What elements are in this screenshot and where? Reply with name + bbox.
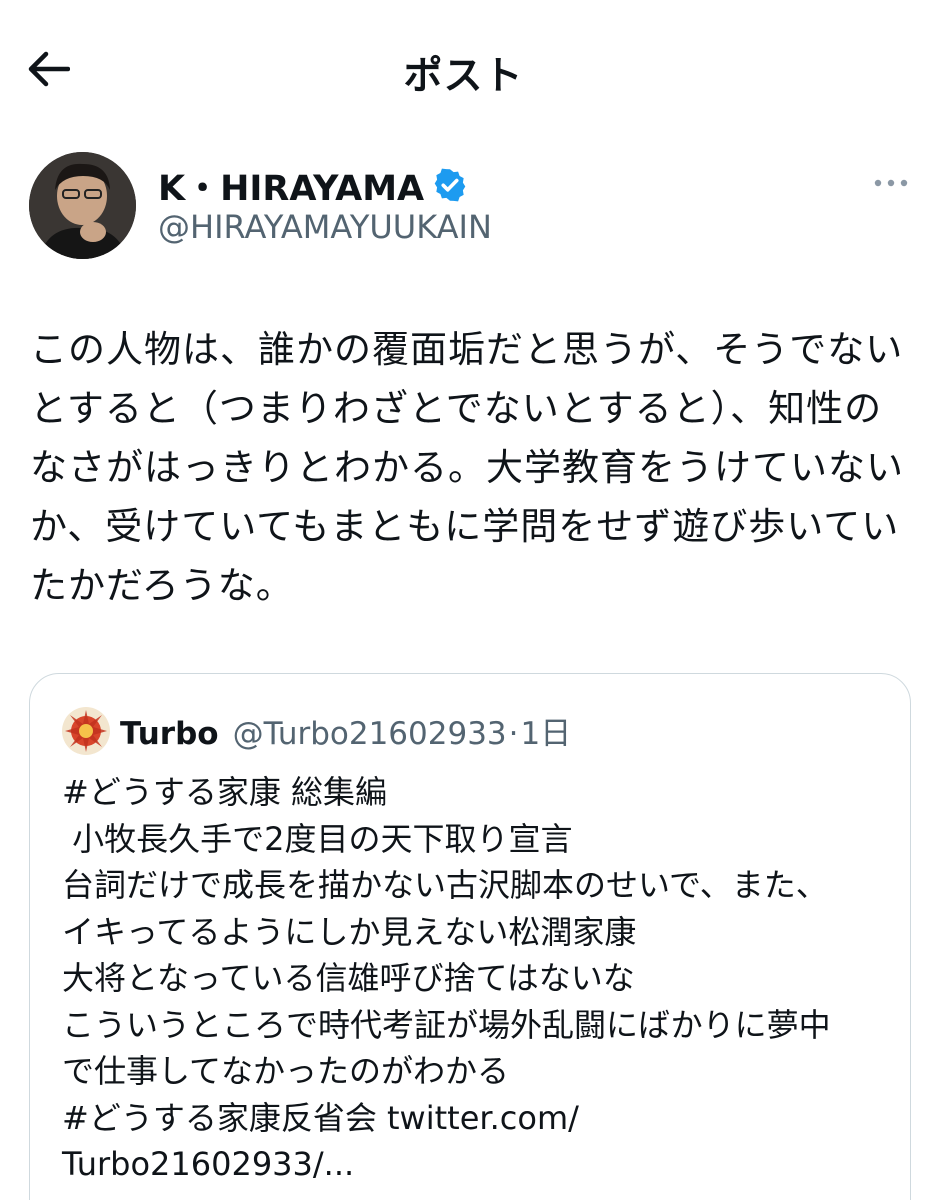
- quoted-timestamp: 1日: [520, 716, 572, 752]
- quoted-post-meta: Turbo @Turbo21602933 · 1日: [120, 708, 571, 753]
- quoted-avatar-image: [62, 707, 110, 755]
- avatar-image: [29, 152, 136, 259]
- more-options-button[interactable]: [871, 168, 911, 198]
- quoted-author-avatar: [62, 707, 110, 755]
- post-detail-screen: ポスト K・HIRAYAMA @HIRAYAMAYUUKAIN この人物は、誰か…: [0, 0, 927, 1200]
- page-title: ポスト: [403, 54, 524, 99]
- more-dots-icon: [874, 179, 908, 187]
- quoted-handle: @Turbo21602933: [232, 716, 507, 752]
- verified-badge-icon: [434, 168, 466, 202]
- post-body-text: この人物は、誰かの覆面垢だと思うが、そうでない とすると（つまりわざとでないとす…: [30, 328, 904, 607]
- meta-separator: ·: [508, 716, 519, 752]
- header-bar: ポスト: [0, 0, 927, 140]
- author-handle[interactable]: @HIRAYAMAYUUKAIN: [158, 208, 492, 246]
- author-display-name[interactable]: K・HIRAYAMA: [158, 160, 424, 211]
- quoted-display-name: Turbo: [120, 716, 219, 752]
- author-avatar[interactable]: [29, 152, 136, 259]
- quoted-post-card[interactable]: Turbo @Turbo21602933 · 1日 #どうする家康 総集編 小牧…: [29, 673, 911, 1200]
- author-name-row[interactable]: K・HIRAYAMA: [158, 160, 468, 211]
- quoted-post-text: #どうする家康 総集編 小牧長久手で2度目の天下取り宣言 台詞だけで成長を描かな…: [62, 773, 831, 1183]
